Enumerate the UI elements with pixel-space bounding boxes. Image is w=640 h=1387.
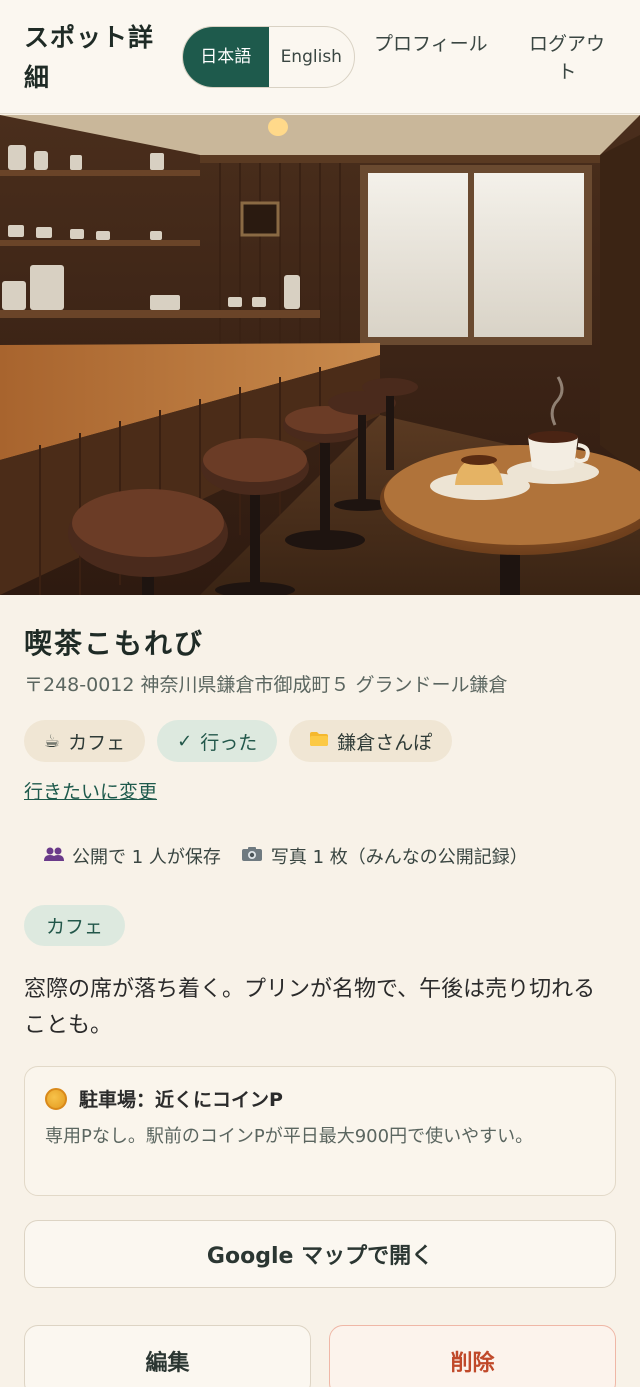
parking-info-card: 駐車場：近くにコインP 専用Pなし。駅前のコインPが平日最大900円で使いやすい… [24, 1066, 616, 1196]
language-toggle: 日本語 English [182, 26, 355, 88]
chip-label: カフェ [68, 731, 126, 754]
spot-address: 〒248-0012 神奈川県鎌倉市御成町５ グランドール鎌倉 [24, 674, 508, 696]
status-chips: ☕ カフェ ✓ 行った 鎌倉さんぽ [24, 720, 453, 762]
parking-header: 駐車場：近くにコインP [45, 1085, 283, 1112]
category-tag: カフェ [24, 905, 126, 946]
spot-name: 喫茶こもれび [24, 627, 205, 660]
stat-saves-label: 公開で 1 人が保存 [72, 847, 221, 868]
open-google-maps-button[interactable]: Google マップで開く [24, 1220, 616, 1288]
page-title: スポット詳細 [24, 23, 155, 92]
people-icon [44, 846, 64, 866]
spot-photo [0, 115, 640, 595]
parking-title: 駐車場：近くにコインP [79, 1089, 283, 1111]
lang-japanese-button[interactable]: 日本語 [183, 27, 269, 87]
coffee-cup-icon: ☕ [44, 730, 61, 752]
coin-icon [45, 1087, 67, 1110]
edit-button[interactable]: 編集 [24, 1325, 311, 1387]
nav-profile-link[interactable]: プロフィール [374, 30, 494, 58]
top-header: スポット詳細 日本語 English プロフィール ログアウト [0, 0, 640, 114]
delete-button[interactable]: 削除 [329, 1325, 616, 1387]
spot-memo: 窓際の席が落ち着く。プリンが名物で、午後は売り切れることも。 [24, 977, 596, 1038]
chip-label: 鎌倉さんぽ [337, 731, 433, 754]
chip-label: 行った [200, 731, 258, 754]
camera-icon [241, 846, 263, 866]
change-to-want-link[interactable]: 行きたいに変更 [24, 777, 157, 804]
chip-category: ☕ カフェ [24, 720, 146, 762]
nav-logout-link[interactable]: ログアウト [522, 30, 612, 86]
chip-visited: ✓ 行った [157, 720, 278, 762]
stat-saves: 公開で 1 人が保存 [44, 843, 221, 869]
lang-english-button[interactable]: English [269, 27, 355, 87]
stat-photos-label: 写真 1 枚（みんなの公開記録） [270, 847, 528, 868]
checkmark-icon: ✓ [177, 730, 193, 752]
parking-description: 専用Pなし。駅前のコインPが平日最大900円で使いやすい。 [45, 1126, 534, 1147]
chip-collection[interactable]: 鎌倉さんぽ [289, 720, 453, 762]
stat-photos: 写真 1 枚（みんなの公開記録） [241, 843, 528, 869]
spot-stats: 公開で 1 人が保存 写真 1 枚（みんなの公開記録） [44, 843, 528, 869]
folder-icon [309, 731, 329, 752]
